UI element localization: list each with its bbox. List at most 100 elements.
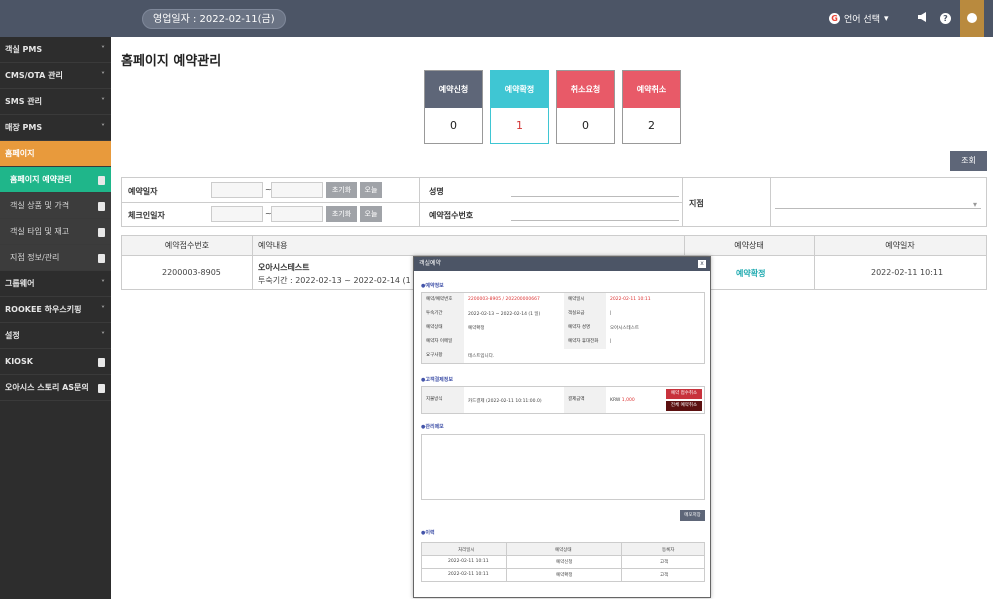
divider: [122, 202, 682, 203]
stat-label: 예약취소: [623, 71, 680, 108]
today-button[interactable]: 오늘: [360, 206, 382, 222]
field-value: 테스트입니다.: [468, 354, 495, 359]
sidebar-item-homepage-reservations[interactable]: 홈페이지 예약관리: [0, 167, 111, 193]
reset-button[interactable]: 초기화: [326, 182, 357, 198]
section-title: ●고객결제정보: [421, 377, 453, 383]
sidebar-item-branch-info[interactable]: 지점 정보/관리: [0, 245, 111, 271]
chevron-down-icon: ▾: [973, 200, 978, 209]
sidebar-item-as-inquiry[interactable]: 오아시스 스토리 AS문의: [0, 375, 111, 401]
megaphone-icon[interactable]: [916, 11, 930, 25]
checkin-date-from[interactable]: [211, 206, 263, 222]
sidebar-item-label: 그룹웨어: [5, 279, 35, 288]
document-icon: [98, 228, 105, 237]
stat-card-confirmed[interactable]: 예약확정 1: [490, 70, 549, 144]
stat-label: 예약신청: [425, 71, 482, 108]
reservation-title-cell: 오아시스테스트: [258, 263, 310, 272]
sidebar-item-groupware[interactable]: 그룹웨어 ˅: [0, 271, 111, 297]
document-icon: [98, 254, 105, 263]
chevron-down-icon: ˅: [101, 45, 105, 54]
currency-label: KRW: [610, 398, 621, 403]
sidebar-item-room-products[interactable]: 객실 상품 및 가격: [0, 193, 111, 219]
stat-card-cancel-request[interactable]: 취소요청 0: [556, 70, 615, 144]
status-cell[interactable]: 예약확정: [736, 268, 765, 279]
sidebar-item-store-pms[interactable]: 매장 PMS ˅: [0, 115, 111, 141]
reception-no-input[interactable]: [511, 220, 679, 221]
stat-card-cancelled[interactable]: 예약취소 2: [622, 70, 681, 144]
stat-label: 취소요청: [557, 71, 614, 108]
checkin-date-label: 체크인일자: [128, 211, 165, 220]
field-value: |: [610, 311, 612, 316]
user-icon: [967, 13, 977, 23]
help-icon[interactable]: ?: [940, 13, 951, 24]
column-header: 예약일자: [814, 236, 986, 256]
history-table: 처리일시 예약상태 등록자 2022-02-11 10:11 예약신청 고객 2…: [421, 542, 705, 582]
search-button[interactable]: 조회: [950, 151, 987, 171]
user-menu-button[interactable]: [960, 0, 984, 37]
section-title: ●예약정보: [421, 283, 444, 289]
field-label: 예약자 휴대전화: [564, 335, 606, 349]
top-bar: 영업일자 : 2022-02-11(금) G 언어 선택 ▾ ?: [0, 0, 993, 37]
field-value: 오아시스테스트: [610, 326, 639, 331]
cancel-reception-button[interactable]: 예약 접수취소: [666, 389, 702, 399]
filter-panel: 예약일자 ~ 초기화 오늘 체크인일자 ~ 초기화 오늘 성명 예약접수번호 지…: [121, 177, 987, 227]
history-user: 고객: [660, 573, 669, 578]
field-label: 결제금액: [564, 387, 606, 413]
field-label: 요구사항: [422, 349, 464, 363]
sidebar-item-label: 홈페이지: [5, 149, 35, 158]
reservation-date-from[interactable]: [211, 182, 263, 198]
column-header: 예약접수번호: [122, 236, 252, 256]
today-button[interactable]: 오늘: [360, 182, 382, 198]
field-value: 2022-02-11 10:11: [610, 297, 651, 302]
section-title: ●관리메모: [421, 424, 444, 430]
payment-info-grid: 지불방식 카드결제 (2022-02-11 10:11:00.0) 결제금액 K…: [421, 386, 705, 414]
sidebar-item-homepage[interactable]: 홈페이지: [0, 141, 111, 167]
sidebar-item-room-types[interactable]: 객실 타입 및 재고: [0, 219, 111, 245]
name-input[interactable]: [511, 196, 679, 197]
field-label: 예약자 이메일: [422, 335, 464, 349]
divider: [814, 236, 815, 289]
sidebar-item-settings[interactable]: 설정 ˅: [0, 323, 111, 349]
sidebar-item-sms[interactable]: SMS 관리 ˅: [0, 89, 111, 115]
field-value: |: [610, 339, 612, 344]
sidebar-item-kiosk[interactable]: KIOSK: [0, 349, 111, 375]
sidebar-item-room-pms[interactable]: 객실 PMS ˅: [0, 37, 111, 63]
branch-select[interactable]: [775, 208, 981, 209]
history-user: 고객: [660, 560, 669, 565]
field-label: 예약자 성명: [564, 321, 606, 335]
checkin-date-to[interactable]: [271, 206, 323, 222]
chevron-down-icon: ˅: [101, 97, 105, 106]
section-title: ●이력: [421, 530, 435, 536]
column-header: 등록자: [662, 548, 675, 553]
divider: [621, 543, 622, 581]
field-label: 예약상태: [422, 321, 464, 335]
field-label: 지불방식: [422, 387, 464, 413]
stat-value: 1: [516, 119, 523, 132]
sidebar-item-label: 매장 PMS: [5, 123, 43, 132]
stat-value: 2: [648, 119, 655, 132]
full-cancel-button[interactable]: 전체 예약취소: [666, 401, 702, 411]
stat-value: 0: [450, 119, 457, 132]
sidebar-item-label: 지점 정보/관리: [10, 253, 60, 262]
reservation-date-to[interactable]: [271, 182, 323, 198]
sidebar-item-cms-ota[interactable]: CMS/OTA 관리 ˅: [0, 63, 111, 89]
sidebar-item-housekeeping[interactable]: ROOKEE 하우스키핑 ˅: [0, 297, 111, 323]
language-selector[interactable]: G 언어 선택 ▾: [829, 12, 889, 25]
stat-card-request[interactable]: 예약신청 0: [424, 70, 483, 144]
modal-header: 객실예약 x: [414, 257, 710, 271]
google-icon: G: [829, 13, 840, 24]
field-label: 예약/예약번호: [422, 293, 464, 307]
reset-button[interactable]: 초기화: [326, 206, 357, 222]
memo-save-button[interactable]: 메모저장: [680, 510, 705, 521]
history-date: 2022-02-11 10:11: [448, 559, 489, 564]
sidebar-item-label: 객실 상품 및 가격: [10, 201, 70, 210]
column-header: 처리일시: [458, 548, 475, 553]
reception-no-cell: 2200003-8905: [162, 268, 221, 277]
memo-textarea[interactable]: [421, 434, 705, 500]
sidebar-item-label: CMS/OTA 관리: [5, 71, 63, 80]
column-header: 예약내용: [252, 236, 684, 256]
sidebar-item-label: KIOSK: [5, 357, 33, 366]
reservation-modal: 객실예약 x ●예약정보 예약/예약번호 2200003-8905 / 2022…: [413, 256, 711, 598]
divider: [506, 543, 507, 581]
close-icon[interactable]: x: [698, 260, 706, 268]
chevron-down-icon: ▾: [883, 13, 889, 24]
